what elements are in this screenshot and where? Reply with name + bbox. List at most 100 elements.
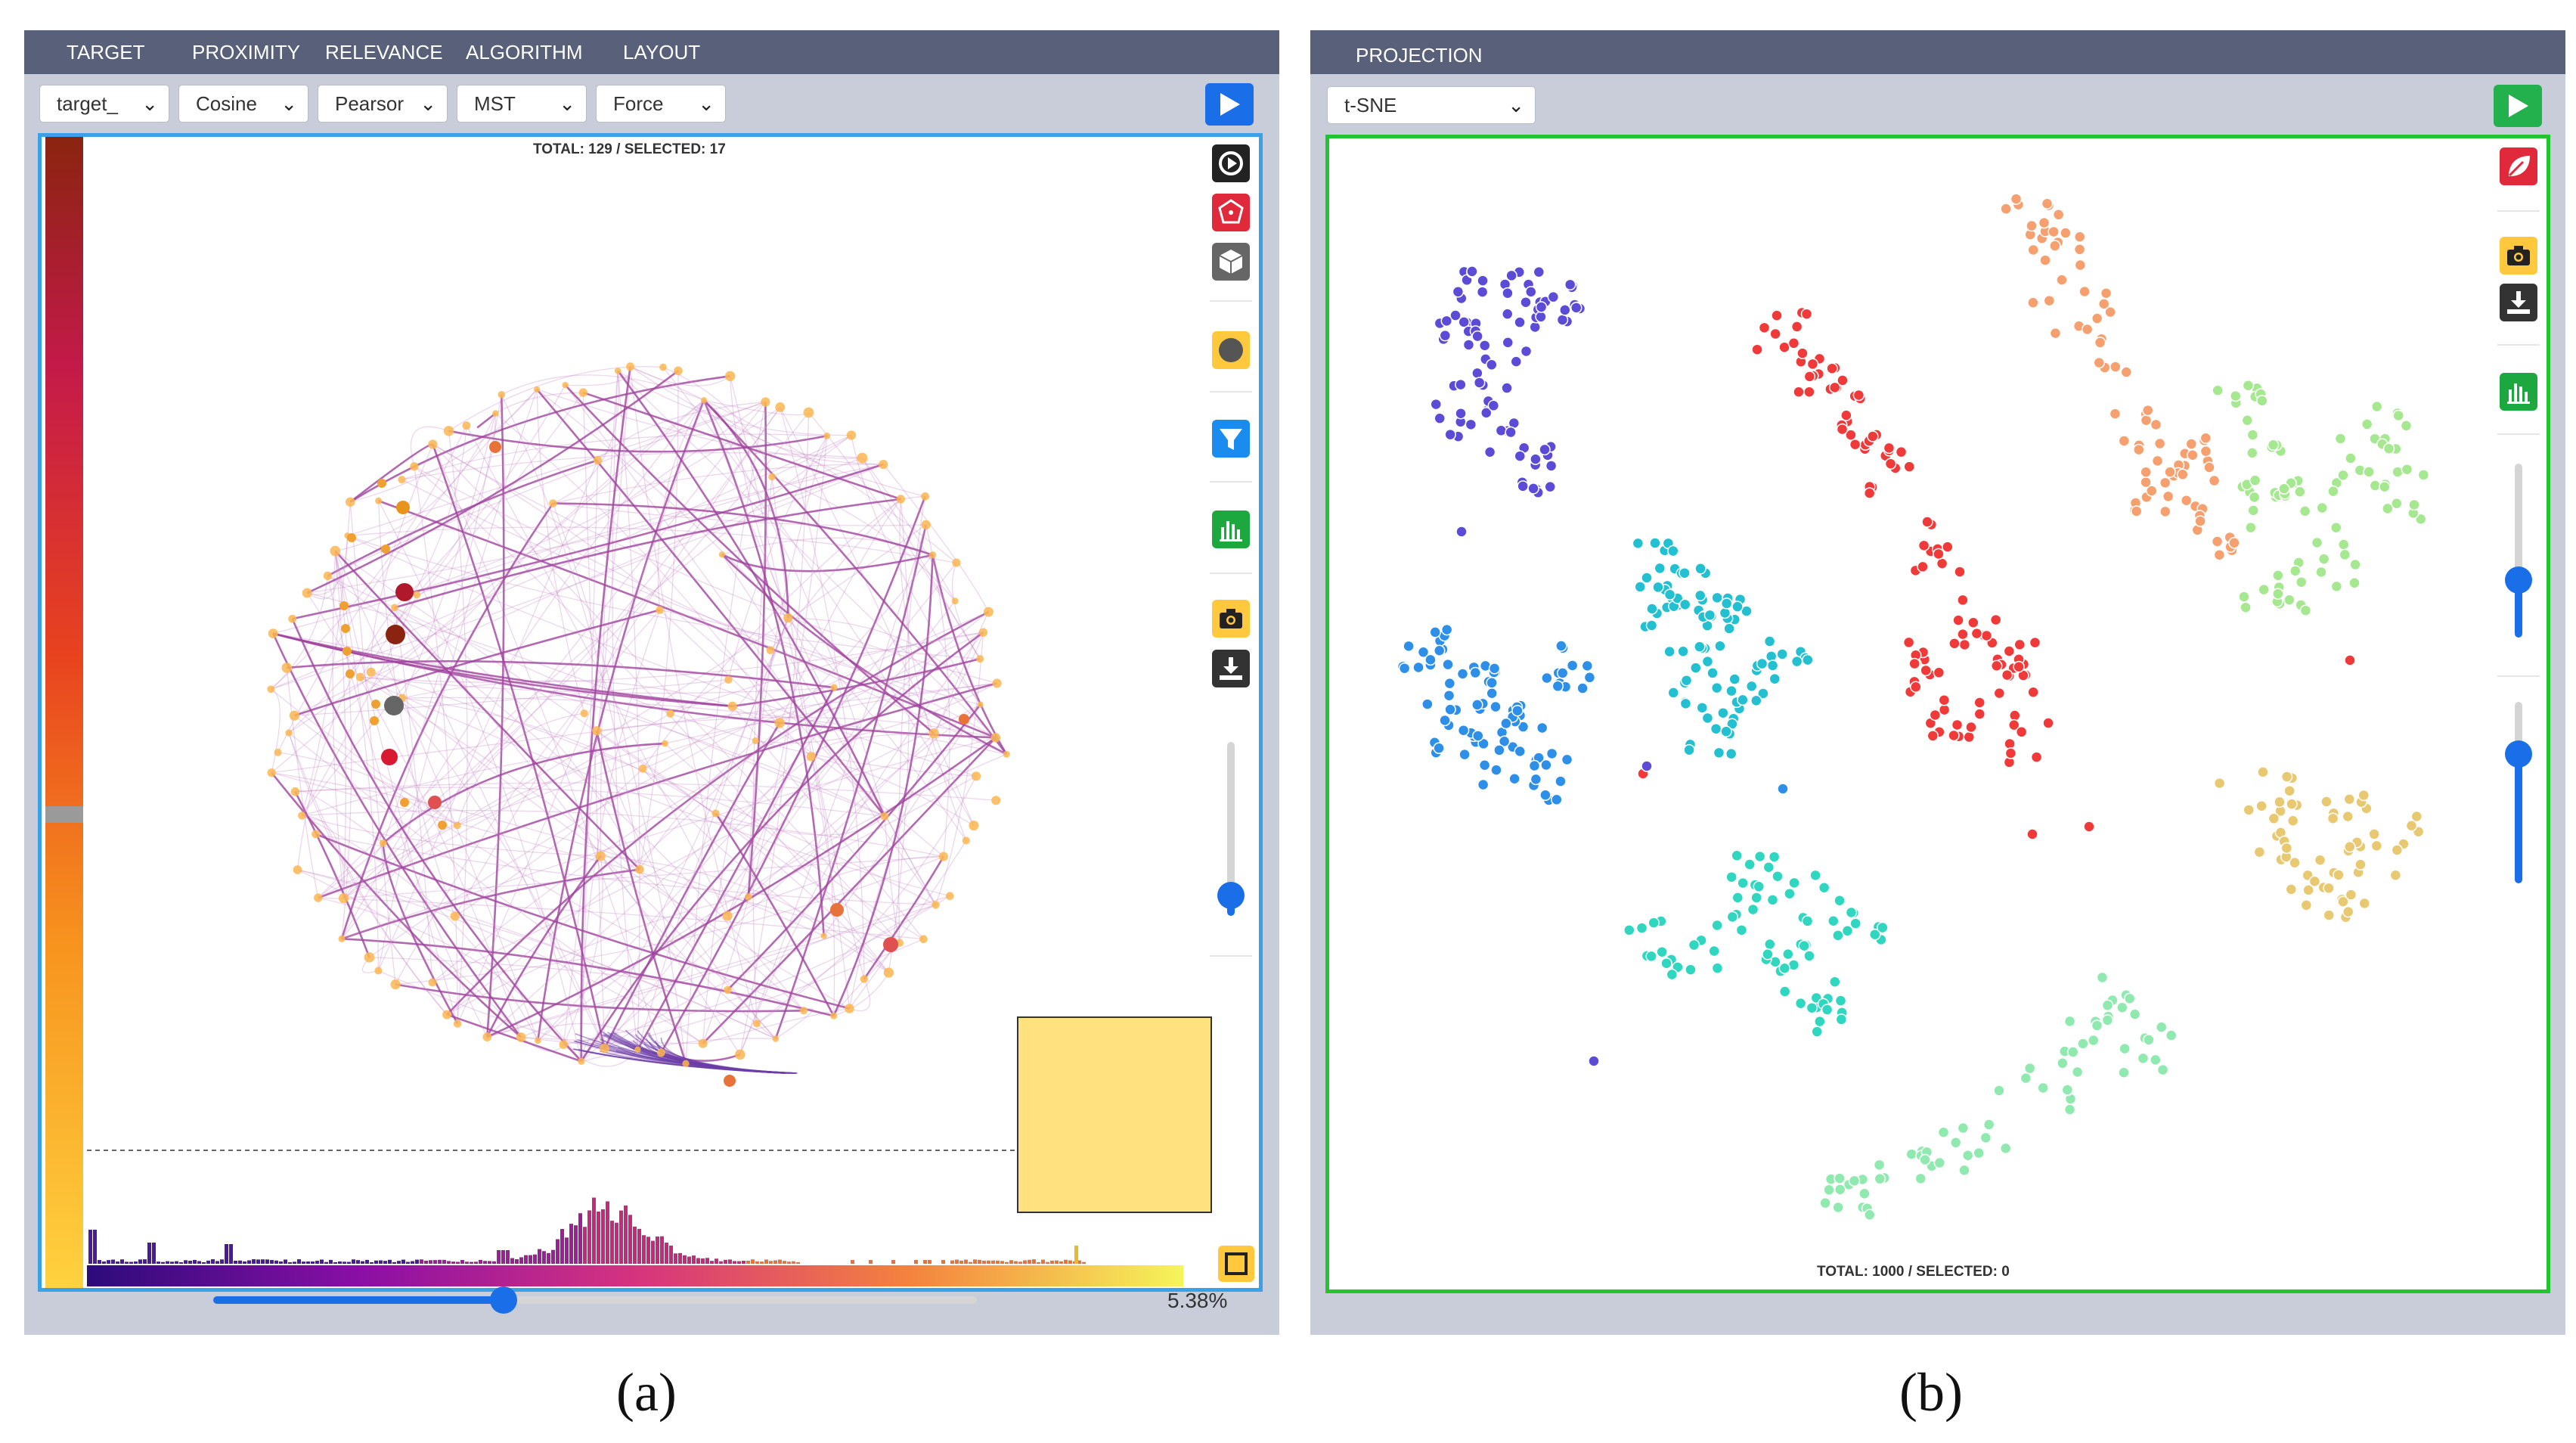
scatter-point bbox=[1800, 308, 1813, 320]
scatter-point bbox=[1772, 870, 1784, 883]
algorithm-select[interactable]: MST ⌄ bbox=[457, 85, 587, 123]
play-circle-icon[interactable] bbox=[1212, 144, 1250, 182]
run-button[interactable] bbox=[1205, 83, 1254, 126]
scatter-point bbox=[2057, 1057, 2069, 1069]
download-icon[interactable] bbox=[2500, 284, 2537, 321]
histogram-icon[interactable] bbox=[2500, 373, 2537, 411]
point-size-slider-knob[interactable] bbox=[2505, 566, 2532, 594]
scatter-point bbox=[1802, 653, 1814, 666]
scatter-point bbox=[2199, 445, 2212, 458]
histogram-bar bbox=[674, 1253, 677, 1264]
filter-icon[interactable] bbox=[1212, 420, 1250, 458]
tab-layout[interactable]: LAYOUT bbox=[623, 41, 700, 64]
scatter-point bbox=[2038, 216, 2051, 229]
histogram-bar bbox=[324, 1261, 328, 1264]
layout-select[interactable]: Force ⌄ bbox=[596, 85, 726, 123]
tab-proximity[interactable]: PROXIMITY bbox=[192, 41, 300, 64]
graph-view[interactable] bbox=[42, 137, 1259, 1288]
histogram-bar bbox=[510, 1258, 514, 1264]
graph-node bbox=[783, 613, 793, 623]
leaf-icon[interactable] bbox=[2500, 147, 2537, 185]
scatter-point bbox=[1703, 609, 1716, 622]
histogram-bar bbox=[238, 1260, 242, 1264]
scatter-point bbox=[1663, 645, 1675, 658]
download-icon[interactable] bbox=[1212, 650, 1250, 687]
cube-icon[interactable] bbox=[1212, 243, 1250, 281]
histogram-bar bbox=[197, 1261, 201, 1264]
scatter-view[interactable] bbox=[1329, 138, 2547, 1289]
tab-relevance[interactable]: RELEVANCE bbox=[325, 41, 443, 64]
relevance-select[interactable]: Pearsor ⌄ bbox=[318, 85, 448, 123]
scatter-point bbox=[2400, 420, 2413, 432]
scatter-point bbox=[1762, 861, 1775, 874]
square-icon[interactable] bbox=[1218, 1246, 1254, 1282]
histogram-bar bbox=[1000, 1261, 1004, 1264]
size-slider-knob[interactable] bbox=[1217, 882, 1245, 909]
scatter-point bbox=[1873, 1159, 1886, 1171]
scatter-point bbox=[1714, 640, 1726, 652]
proximity-select[interactable]: Cosine ⌄ bbox=[178, 85, 308, 123]
graph-node bbox=[799, 1007, 808, 1015]
chevron-down-icon: ⌄ bbox=[281, 92, 297, 115]
dice-icon[interactable] bbox=[1212, 194, 1250, 231]
target-select[interactable]: target_ ⌄ bbox=[39, 85, 169, 123]
scatter-point bbox=[1948, 638, 1961, 650]
histogram-bar bbox=[188, 1261, 192, 1264]
graph-node bbox=[290, 787, 300, 796]
histogram-bar bbox=[338, 1261, 342, 1264]
camera-icon[interactable] bbox=[2500, 237, 2537, 275]
graph-edge bbox=[665, 743, 924, 940]
scatter-point bbox=[2379, 480, 2391, 493]
scatter-point bbox=[1744, 858, 1756, 870]
scatter-point bbox=[2083, 821, 2095, 833]
scatter-point bbox=[1471, 699, 1483, 711]
point-size-slider[interactable] bbox=[2505, 464, 2532, 638]
tab-target[interactable]: TARGET bbox=[67, 41, 145, 64]
project-button[interactable] bbox=[2494, 85, 2542, 127]
projection-select[interactable]: t-SNE ⌄ bbox=[1327, 86, 1536, 124]
graph-node bbox=[845, 1004, 854, 1013]
scatter-point bbox=[1528, 759, 1541, 772]
scatter-point bbox=[1982, 1119, 1995, 1131]
graph-node bbox=[883, 937, 898, 952]
circle-icon[interactable] bbox=[1212, 331, 1250, 369]
scatter-point bbox=[1469, 666, 1482, 679]
opacity-slider-knob[interactable] bbox=[2505, 740, 2532, 768]
scatter-point bbox=[1473, 377, 1486, 389]
histogram-bar bbox=[474, 1261, 478, 1264]
opacity-slider[interactable] bbox=[2505, 702, 2532, 883]
scatter-point bbox=[2109, 408, 2122, 420]
histogram-bar bbox=[256, 1259, 260, 1264]
tab-projection[interactable]: PROJECTION bbox=[1356, 44, 1483, 67]
graph-node bbox=[656, 1048, 665, 1057]
histogram-bar bbox=[161, 1261, 165, 1264]
scatter-point bbox=[1520, 296, 1532, 309]
scatter-point bbox=[1845, 906, 1858, 919]
threshold-slider[interactable] bbox=[213, 1285, 977, 1315]
histogram-bar bbox=[583, 1227, 587, 1264]
histogram-bar bbox=[193, 1259, 197, 1264]
graph-node bbox=[595, 851, 606, 861]
histogram-bar bbox=[88, 1230, 92, 1264]
scatter-point bbox=[1834, 1172, 1846, 1184]
scatter-point bbox=[1502, 337, 1514, 349]
scatter-point bbox=[2081, 323, 2094, 336]
scatter-point bbox=[2074, 259, 2087, 272]
scatter-point bbox=[1690, 662, 1702, 674]
graph-node bbox=[395, 583, 414, 601]
scatter-point bbox=[1751, 343, 1763, 355]
tab-algorithm[interactable]: ALGORITHM bbox=[466, 41, 583, 64]
play-icon bbox=[2509, 95, 2528, 117]
graph-canvas[interactable]: TOTAL: 129 / SELECTED: 17 bbox=[38, 133, 1263, 1292]
threshold-slider-knob[interactable] bbox=[489, 1286, 517, 1314]
histogram-icon[interactable] bbox=[1212, 510, 1250, 548]
projection-canvas[interactable]: TOTAL: 1000 / SELECTED: 0 bbox=[1325, 135, 2550, 1293]
scatter-point bbox=[2342, 810, 2354, 823]
histogram-bar bbox=[551, 1249, 555, 1264]
scatter-point bbox=[2015, 726, 2028, 738]
camera-icon[interactable] bbox=[1212, 600, 1250, 638]
scatter-point bbox=[1535, 301, 1548, 313]
size-slider[interactable] bbox=[1217, 742, 1245, 916]
scatter-point bbox=[2009, 709, 2021, 722]
histogram-bar bbox=[488, 1261, 491, 1264]
